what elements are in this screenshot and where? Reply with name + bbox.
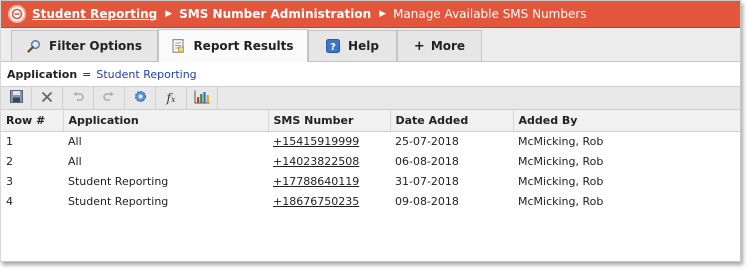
table-row: 3 Student Reporting +17788640119 31-07-2… [1, 171, 740, 191]
tab-more[interactable]: + More [397, 30, 482, 61]
column-header-added-by[interactable]: Added By [513, 110, 740, 132]
undo-button[interactable] [63, 87, 94, 109]
help-icon: ? [326, 39, 341, 53]
filter-label: Application [7, 67, 78, 81]
delete-icon [41, 91, 53, 106]
added-by-cell: McMicking, Rob [518, 174, 604, 188]
sms-number-cell: +15415919999 [268, 131, 390, 151]
breadcrumb-page: Manage Available SMS Numbers [393, 7, 587, 21]
breadcrumb-section: SMS Number Administration [179, 7, 372, 21]
app-logo-icon [8, 5, 26, 23]
undo-icon [72, 91, 84, 106]
tab-label: Filter Options [49, 39, 142, 53]
date-added-cell: 09-08-2018 [395, 194, 459, 208]
filter-value: Student Reporting [96, 67, 197, 81]
column-header-date-added[interactable]: Date Added [390, 110, 514, 132]
redo-button[interactable] [94, 87, 125, 109]
sms-number-cell: +18676750235 [268, 191, 390, 211]
report-icon [172, 39, 185, 53]
column-header-sms-number[interactable]: SMS Number [268, 110, 391, 132]
sms-number-link[interactable]: +14023822508 [273, 155, 359, 168]
date-added-cell: 06-08-2018 [395, 154, 459, 168]
breadcrumb-root-link[interactable]: Student Reporting [32, 7, 157, 21]
filter-summary: Application = Student Reporting [1, 62, 740, 86]
application-cell: Student Reporting [68, 194, 169, 208]
added-by-cell: McMicking, Rob [518, 194, 604, 208]
filter-operator: = [82, 67, 92, 81]
added-by-cell: McMicking, Rob [518, 154, 604, 168]
tab-label: More [430, 39, 466, 53]
column-header-application[interactable]: Application [63, 110, 269, 132]
sms-number-cell: +14023822508 [268, 151, 390, 171]
tab-strip: Filter Options Report Results ? Help + M… [1, 28, 740, 62]
row-number-cell: 2 [6, 154, 13, 168]
table-row: 4 Student Reporting +18676750235 09-08-2… [1, 191, 740, 211]
magnifier-icon [27, 39, 41, 53]
formula-icon: fx [166, 91, 176, 105]
tab-help[interactable]: ? Help [308, 30, 397, 61]
breadcrumb-separator-icon: ▶ [165, 9, 173, 19]
row-number-cell: 4 [6, 194, 13, 208]
settings-icon [133, 89, 148, 107]
table-row: 1 All +15415919999 25-07-2018 McMicking,… [1, 131, 740, 151]
table-header-row: Row # Application SMS Number Date Added … [1, 110, 740, 132]
row-number-cell: 1 [6, 134, 13, 148]
application-cell: All [68, 134, 82, 148]
svg-text:?: ? [330, 42, 336, 53]
save-button[interactable] [1, 87, 32, 109]
sms-number-cell: +17788640119 [268, 171, 390, 191]
chart-icon [194, 90, 210, 107]
grid-toolbar: fx [1, 86, 740, 110]
date-added-cell: 31-07-2018 [395, 174, 459, 188]
sms-number-link[interactable]: +18676750235 [273, 195, 359, 208]
plus-icon: + [413, 38, 425, 54]
tab-filter-options[interactable]: Filter Options [11, 30, 158, 61]
title-bar: Student Reporting ▶ SMS Number Administr… [1, 1, 740, 28]
breadcrumb-separator-icon: ▶ [379, 9, 387, 19]
settings-button[interactable] [125, 87, 156, 109]
application-cell: Student Reporting [68, 174, 169, 188]
sms-numbers-table: Row # Application SMS Number Date Added … [1, 110, 740, 211]
tab-label: Help [348, 39, 379, 53]
sms-number-link[interactable]: +17788640119 [273, 175, 359, 188]
column-header-row-number[interactable]: Row # [1, 110, 64, 132]
redo-icon [103, 91, 115, 106]
added-by-cell: McMicking, Rob [518, 134, 604, 148]
application-cell: All [68, 154, 82, 168]
save-icon [9, 90, 23, 106]
formula-button[interactable]: fx [156, 87, 187, 109]
tab-label: Report Results [193, 39, 294, 53]
delete-button[interactable] [32, 87, 63, 109]
row-number-cell: 3 [6, 174, 13, 188]
chart-button[interactable] [187, 87, 218, 109]
sms-number-link[interactable]: +15415919999 [273, 135, 359, 148]
tab-report-results[interactable]: Report Results [158, 29, 308, 62]
report-panel: Student Reporting ▶ SMS Number Administr… [0, 0, 741, 262]
table-row: 2 All +14023822508 06-08-2018 McMicking,… [1, 151, 740, 171]
date-added-cell: 25-07-2018 [395, 134, 459, 148]
